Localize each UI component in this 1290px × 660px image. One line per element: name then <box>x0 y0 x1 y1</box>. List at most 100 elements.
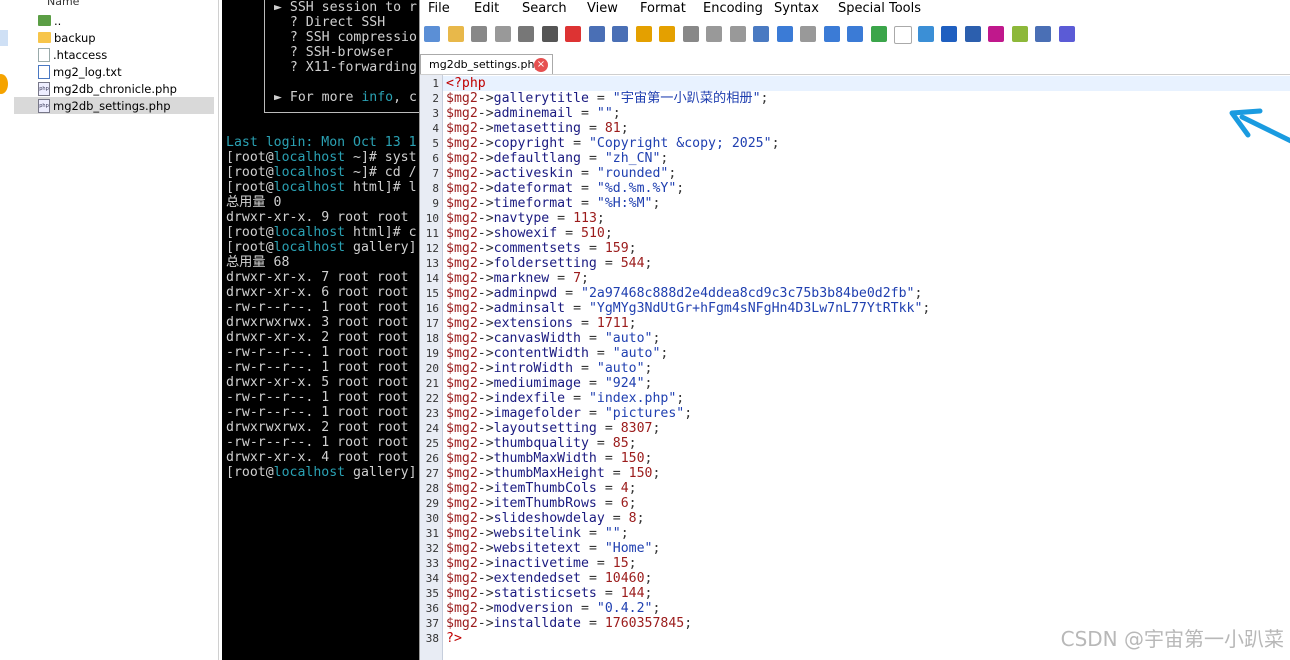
terminal-line: drwxr-xr-x. 5 root root <box>226 375 409 390</box>
code-line[interactable]: $mg2->modversion = "0.4.2"; <box>446 601 660 616</box>
file-item[interactable]: mg2_log.txt <box>14 63 214 80</box>
file-item[interactable]: backup <box>14 29 214 46</box>
file-item[interactable]: .. <box>14 12 214 29</box>
open-folder-icon[interactable] <box>447 26 464 42</box>
close-all-icon[interactable] <box>1058 26 1075 42</box>
tab-close-icon[interactable]: × <box>534 58 548 72</box>
property-name: mediumimage <box>493 376 581 391</box>
assign-operator: = <box>573 106 597 121</box>
menu-view[interactable]: View <box>587 1 618 16</box>
macro-icon[interactable] <box>800 26 816 42</box>
code-line[interactable]: $mg2->dateformat = "%d.%m.%Y"; <box>446 181 684 196</box>
arrow-operator: -> <box>477 136 494 151</box>
code-line[interactable]: $mg2->itemThumbRows = 6; <box>446 496 637 511</box>
code-line[interactable]: $mg2->copyright = "Copyright &copy; 2025… <box>446 136 780 151</box>
indent-right-icon[interactable] <box>612 26 628 42</box>
code-line[interactable]: $mg2->adminemail = ""; <box>446 106 621 121</box>
window-tile-icon[interactable] <box>823 26 840 42</box>
code-line[interactable]: $mg2->imagefolder = "pictures"; <box>446 406 692 421</box>
variable: $mg2 <box>446 601 478 616</box>
undo-icon[interactable] <box>941 26 957 42</box>
txt-icon <box>38 64 50 79</box>
code-line[interactable]: $mg2->statisticsets = 144; <box>446 586 652 601</box>
semicolon: ; <box>660 346 669 361</box>
property-name: copyright <box>493 136 566 151</box>
line-number: 6 <box>432 152 439 165</box>
code-line[interactable]: $mg2->adminsalt = "YgMYg3NdUtGr+hFgm4sNF… <box>446 301 930 316</box>
file-item[interactable]: php mg2db_settings.php <box>14 97 214 114</box>
watermark: CSDN @宇宙第一小趴菜 <box>1060 627 1284 651</box>
code-line[interactable]: $mg2->mediumimage = "924"; <box>446 376 652 391</box>
print-icon[interactable] <box>541 26 558 42</box>
code-line[interactable]: $mg2->defaultlang = "zh_CN"; <box>446 151 668 166</box>
menu-edit[interactable]: Edit <box>474 1 499 16</box>
file-item[interactable]: php mg2db_chronicle.php <box>14 80 214 97</box>
column-icon[interactable] <box>964 26 981 42</box>
code-line[interactable]: $mg2->thumbMaxHeight = 150; <box>446 466 660 481</box>
code-line[interactable]: $mg2->metasetting = 81; <box>446 121 629 136</box>
code-line[interactable]: $mg2->thumbMaxWidth = 150; <box>446 451 652 466</box>
paragraph-icon[interactable] <box>988 26 1004 42</box>
indent-left-icon[interactable] <box>588 26 605 42</box>
code-line[interactable]: $mg2->foldersetting = 544; <box>446 256 652 271</box>
code-line[interactable]: $mg2->extendedset = 10460; <box>446 571 652 586</box>
code-line[interactable]: $mg2->timeformat = "%H:%M"; <box>446 196 660 211</box>
code-line[interactable]: $mg2->extensions = 1711; <box>446 316 637 331</box>
apple-icon[interactable] <box>917 26 934 42</box>
code-line[interactable]: $mg2->contentWidth = "auto"; <box>446 346 668 361</box>
code-line[interactable]: $mg2->inactivetime = 15; <box>446 556 637 571</box>
find-icon[interactable] <box>753 26 769 42</box>
semicolon: ; <box>652 421 661 436</box>
save-icon[interactable] <box>494 26 511 42</box>
code-line[interactable]: $mg2->slideshowdelay = 8; <box>446 511 645 526</box>
code-line[interactable]: $mg2->marknew = 7; <box>446 271 589 286</box>
code-line[interactable]: $mg2->installdate = 1760357845; <box>446 616 692 631</box>
code-line[interactable]: $mg2->introWidth = "auto"; <box>446 361 652 376</box>
menu-special-tools[interactable]: Special Tools <box>838 1 921 16</box>
copy-icon[interactable] <box>706 26 722 42</box>
settings-icon[interactable] <box>1035 26 1051 42</box>
assign-operator: = <box>557 286 582 301</box>
terminal-pane[interactable]: ► SSH session to r ? Direct SSH ? SSH co… <box>222 0 422 660</box>
code-line[interactable]: $mg2->websitetext = "Home"; <box>446 541 660 556</box>
replace-icon[interactable] <box>776 26 793 42</box>
variable: $mg2 <box>446 571 478 586</box>
code-line[interactable]: $mg2->navtype = 113; <box>446 211 605 226</box>
windows-icon[interactable] <box>870 26 887 42</box>
code-line[interactable]: $mg2->indexfile = "index.php"; <box>446 391 684 406</box>
menu-syntax[interactable]: Syntax <box>774 1 819 16</box>
menu-format[interactable]: Format <box>640 1 686 16</box>
code-line[interactable]: $mg2->canvasWidth = "auto"; <box>446 331 660 346</box>
linux-icon[interactable] <box>894 26 912 44</box>
assign-operator: = <box>596 256 621 271</box>
code-line[interactable]: $mg2->commentsets = 159; <box>446 241 637 256</box>
cut-icon[interactable] <box>682 26 699 42</box>
new-file-icon[interactable] <box>424 26 440 42</box>
bookmark-icon[interactable] <box>635 26 652 42</box>
reload-icon[interactable] <box>471 26 487 42</box>
tab-mg2db-settings[interactable]: mg2db_settings.php × <box>420 54 553 74</box>
code-line[interactable]: $mg2->adminpwd = "2a97468c888d2e4ddea8cd… <box>446 286 922 301</box>
code-line[interactable]: $mg2->gallerytitle = "宇宙第一小趴菜的相册"; <box>446 91 768 106</box>
menu-encoding[interactable]: Encoding <box>703 1 763 16</box>
highlight-icon[interactable] <box>1011 26 1028 42</box>
menu-search[interactable]: Search <box>522 1 567 16</box>
code-line[interactable]: $mg2->showexif = 510; <box>446 226 613 241</box>
code-line[interactable]: $mg2->layoutsetting = 8307; <box>446 421 660 436</box>
column-header-name[interactable]: Name <box>47 0 79 8</box>
assign-operator: = <box>588 91 613 106</box>
code-line[interactable]: $mg2->itemThumbCols = 4; <box>446 481 637 496</box>
code-line[interactable]: ?> <box>446 631 462 646</box>
bookmark-next-icon[interactable] <box>659 26 675 42</box>
save-all-icon[interactable] <box>518 26 534 42</box>
close-icon[interactable] <box>565 26 581 42</box>
code-line[interactable]: $mg2->thumbquality = 85; <box>446 436 637 451</box>
window-cascade-icon[interactable] <box>847 26 863 42</box>
code-line[interactable]: <?php <box>443 76 1290 91</box>
php-icon: php <box>38 98 50 113</box>
code-line[interactable]: $mg2->websitelink = ""; <box>446 526 629 541</box>
menu-file[interactable]: File <box>428 1 450 16</box>
paste-icon[interactable] <box>729 26 746 42</box>
code-line[interactable]: $mg2->activeskin = "rounded"; <box>446 166 676 181</box>
file-item[interactable]: .htaccess <box>14 46 214 63</box>
